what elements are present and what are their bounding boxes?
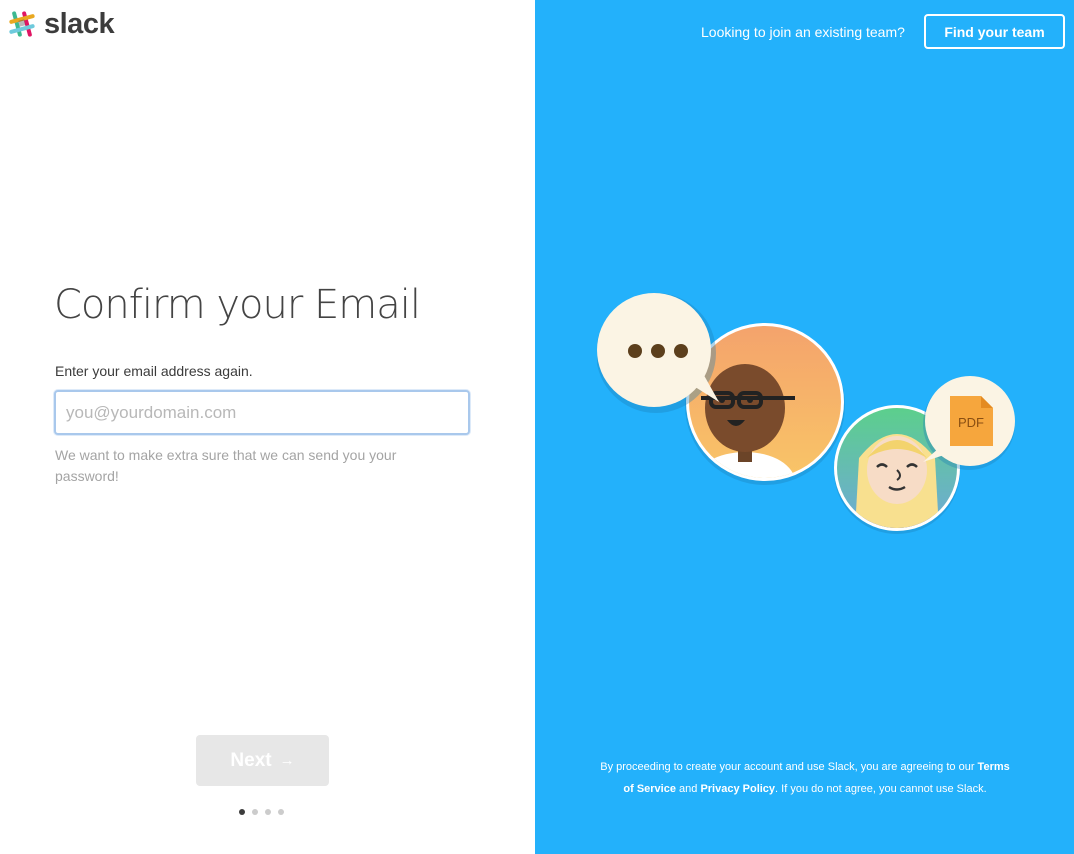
email-field[interactable] (54, 390, 470, 435)
join-team-prompt: Looking to join an existing team? (701, 24, 905, 40)
next-button-label: Next (230, 749, 272, 771)
legal-notice: By proceeding to create your account and… (600, 756, 1010, 800)
step-dot-1 (239, 809, 245, 815)
signup-page: slack Confirm your Email Enter your emai… (0, 0, 1074, 854)
arrow-right-icon: → (279, 752, 295, 769)
team-illustration: PDF (597, 293, 1015, 534)
find-your-team-button[interactable]: Find your team (924, 14, 1065, 49)
pdf-file-icon: PDF (923, 376, 1015, 470)
step-dot-4 (278, 809, 284, 815)
email-hint: We want to make extra sure that we can s… (55, 447, 397, 484)
next-button[interactable]: Next → (196, 735, 329, 786)
step-dot-3 (265, 809, 271, 815)
legal-and: and (675, 783, 701, 795)
promo-panel: Looking to join an existing team? Find y… (535, 0, 1074, 854)
email-label: Enter your email address again. (55, 363, 253, 379)
slack-wordmark: slack (44, 8, 115, 40)
page-title: Confirm your Email (54, 282, 421, 328)
form-panel: slack Confirm your Email Enter your emai… (0, 0, 535, 854)
legal-suffix: . If you do not agree, you cannot use Sl… (775, 783, 987, 795)
slack-hash-icon (9, 11, 35, 37)
step-dot-2 (252, 809, 258, 815)
step-indicator (239, 809, 284, 815)
legal-prefix: By proceeding to create your account and… (600, 761, 978, 773)
privacy-policy-link[interactable]: Privacy Policy (700, 783, 775, 795)
slack-logo[interactable]: slack (6, 8, 115, 40)
pdf-label: PDF (958, 415, 984, 430)
